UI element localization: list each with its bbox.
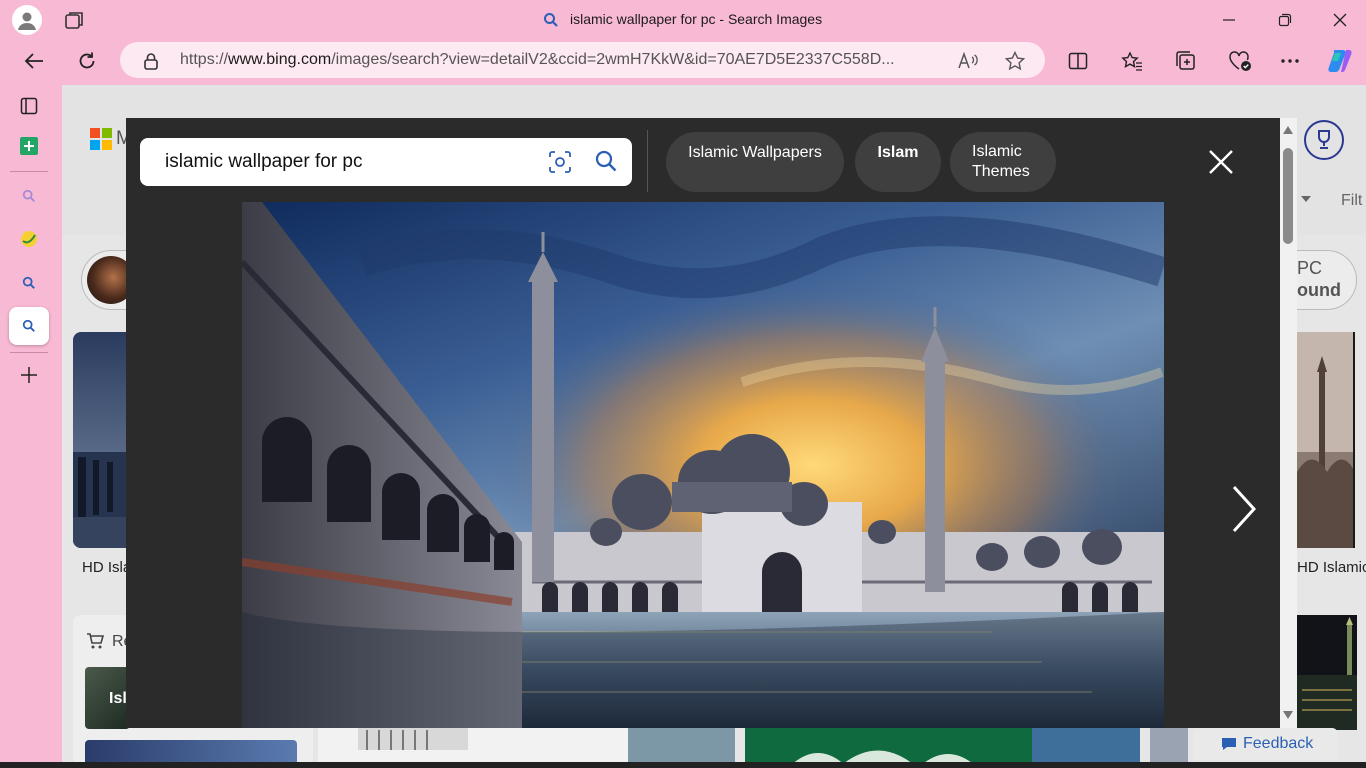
- search-input[interactable]: islamic wallpaper for pc: [165, 151, 362, 173]
- minimize-icon[interactable]: [1214, 6, 1244, 34]
- image-thumbnail-left[interactable]: [73, 332, 128, 548]
- window-title: islamic wallpaper for pc - Search Images: [570, 11, 823, 27]
- search-icon[interactable]: [19, 316, 39, 336]
- restore-icon[interactable]: [1270, 6, 1300, 34]
- tab-actions-icon[interactable]: [17, 94, 41, 118]
- feedback-label[interactable]: Feedback: [1243, 735, 1313, 753]
- close-window-icon[interactable]: [1325, 6, 1355, 34]
- workspaces-icon[interactable]: [62, 8, 88, 32]
- thumbnail-caption-right[interactable]: HD Islamic: [1297, 559, 1366, 576]
- image-thumbnail-right[interactable]: [1297, 332, 1355, 548]
- favorite-star-icon[interactable]: [1002, 49, 1028, 73]
- url-text[interactable]: https://www.bing.com/images/search?view=…: [180, 51, 930, 69]
- sheets-app-icon[interactable]: [17, 134, 41, 158]
- collections-icon[interactable]: [1172, 48, 1200, 74]
- scroll-up-icon[interactable]: [1283, 126, 1293, 134]
- person-icon: [18, 12, 36, 30]
- split-screen-icon[interactable]: [1064, 48, 1092, 74]
- image-thumbnail-right-2[interactable]: [1297, 615, 1357, 730]
- sidebar-divider: [10, 352, 48, 353]
- suggestion-right-text: PC ound: [1297, 258, 1341, 300]
- search-icon[interactable]: [19, 186, 39, 206]
- visual-search-icon[interactable]: [547, 149, 573, 175]
- scroll-down-icon[interactable]: [1283, 711, 1293, 719]
- chevron-down-icon: [1301, 196, 1311, 202]
- feedback-icon: [1220, 736, 1238, 752]
- lock-icon[interactable]: [140, 50, 162, 72]
- suggestion-chip-islamic-themes[interactable]: Islamic Themes: [950, 132, 1056, 192]
- search-icon[interactable]: [19, 273, 39, 293]
- profile-avatar[interactable]: [12, 5, 42, 35]
- related-card-label: Isl: [109, 690, 127, 707]
- more-options-icon[interactable]: [1276, 48, 1304, 74]
- rewards-trophy-icon[interactable]: [1304, 120, 1344, 160]
- add-icon[interactable]: [17, 363, 41, 387]
- search-tab-icon: [542, 11, 560, 29]
- filter-label[interactable]: Filt: [1341, 192, 1362, 210]
- toolbar-divider: [647, 130, 648, 192]
- back-icon[interactable]: [20, 48, 48, 74]
- next-image-icon[interactable]: [1224, 482, 1264, 536]
- favorites-icon[interactable]: [1118, 48, 1146, 74]
- screen-bottom-edge: [0, 762, 1366, 768]
- browser-essentials-icon[interactable]: [1226, 48, 1254, 74]
- microsoft-logo-icon: [90, 128, 112, 150]
- close-viewer-icon[interactable]: [1204, 145, 1238, 179]
- copilot-icon[interactable]: [1325, 46, 1355, 76]
- suggestion-chip-islamic-wallpapers[interactable]: Islamic Wallpapers: [666, 132, 844, 192]
- search-submit-icon[interactable]: [593, 148, 619, 174]
- read-aloud-icon[interactable]: [955, 49, 981, 73]
- suggestion-chip-islam[interactable]: Islam: [855, 132, 941, 192]
- scrollbar-thumb[interactable]: [1283, 148, 1293, 244]
- cart-icon: [85, 632, 105, 650]
- emoji-app-icon[interactable]: [18, 228, 40, 250]
- main-image-mosque[interactable]: [242, 202, 1164, 728]
- sidebar-divider: [10, 171, 48, 172]
- refresh-icon[interactable]: [73, 48, 101, 74]
- thumbnail-caption-left[interactable]: HD Isla: [82, 559, 131, 576]
